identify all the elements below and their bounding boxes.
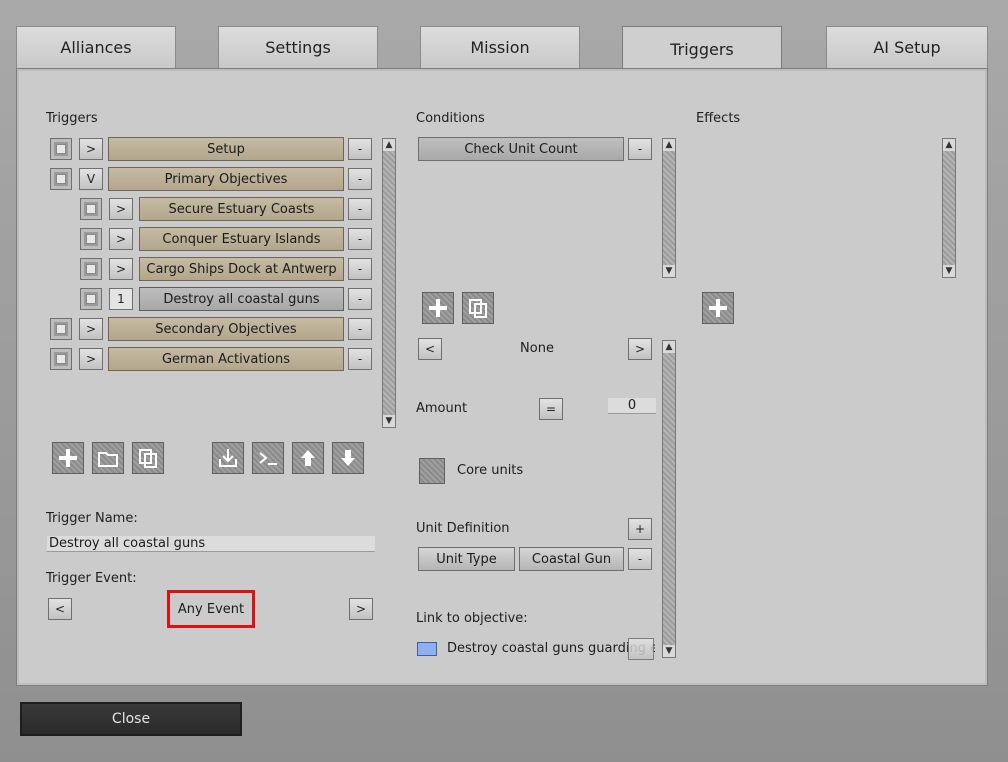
terminal-icon <box>259 452 277 465</box>
trigger-checkbox[interactable] <box>50 348 72 370</box>
tab-ai-setup[interactable]: AI Setup <box>826 26 988 68</box>
effects-scrollbar[interactable]: ▲ ▼ <box>942 138 956 278</box>
trigger-name-input[interactable]: Destroy all coastal guns <box>47 536 375 552</box>
trigger-remove-button[interactable]: - <box>348 258 372 280</box>
copy-trigger-button[interactable] <box>132 442 164 474</box>
trigger-remove-button[interactable]: - <box>348 138 372 160</box>
triggers-heading: Triggers <box>46 111 98 126</box>
trigger-checkbox[interactable] <box>80 198 102 220</box>
trigger-event-next-button[interactable]: > <box>349 598 373 620</box>
unit-definition-add-button[interactable]: + <box>628 518 652 540</box>
scroll-up-icon[interactable]: ▲ <box>663 139 675 151</box>
condition-type-next-button[interactable]: > <box>628 338 652 360</box>
unit-definition-remove-button[interactable]: - <box>628 548 652 570</box>
objective-color-swatch[interactable] <box>417 642 437 656</box>
trigger-item-primary-objectives[interactable]: Primary Objectives <box>108 167 344 191</box>
condition-item-check-unit-count[interactable]: Check Unit Count <box>418 137 624 161</box>
plus-icon <box>709 299 727 317</box>
add-effect-button[interactable] <box>702 292 734 324</box>
arrow-up-icon <box>301 450 315 466</box>
console-button[interactable] <box>252 442 284 474</box>
core-units-checkbox[interactable] <box>419 458 445 484</box>
tab-settings[interactable]: Settings <box>218 26 378 68</box>
scroll-down-icon[interactable]: ▼ <box>663 645 675 657</box>
link-objective-dropdown-button[interactable] <box>628 638 654 660</box>
scroll-down-icon[interactable]: ▼ <box>663 265 675 277</box>
trigger-remove-button[interactable]: - <box>348 318 372 340</box>
condition-details-scrollbar[interactable]: ▲ ▼ <box>662 340 676 658</box>
link-objective-value[interactable]: Destroy coastal guns guarding estu <box>447 641 655 656</box>
trigger-item-german-activations[interactable]: German Activations <box>108 347 344 371</box>
folder-icon <box>98 452 118 467</box>
trigger-expander[interactable]: > <box>109 258 133 280</box>
trigger-expander[interactable]: > <box>79 138 103 160</box>
trigger-item-secondary-objectives[interactable]: Secondary Objectives <box>108 317 344 341</box>
trigger-expander[interactable]: > <box>109 198 133 220</box>
copy-condition-button[interactable] <box>462 292 494 324</box>
trigger-remove-button[interactable]: - <box>348 348 372 370</box>
trigger-number: 1 <box>109 288 133 310</box>
trigger-item-setup[interactable]: Setup <box>108 137 344 161</box>
condition-type-value: None <box>520 341 554 356</box>
trigger-remove-button[interactable]: - <box>348 228 372 250</box>
trigger-item-conquer-estuary-islands[interactable]: Conquer Estuary Islands <box>139 227 344 251</box>
trigger-expander[interactable]: > <box>109 228 133 250</box>
trigger-checkbox[interactable] <box>50 138 72 160</box>
condition-remove-button[interactable]: - <box>628 138 652 160</box>
tab-mission[interactable]: Mission <box>420 26 580 68</box>
download-icon <box>219 449 237 467</box>
move-up-button[interactable] <box>292 442 324 474</box>
close-button[interactable]: Close <box>20 702 242 736</box>
trigger-name-label: Trigger Name: <box>46 511 138 526</box>
conditions-scrollbar[interactable]: ▲ ▼ <box>662 138 676 278</box>
trigger-checkbox[interactable] <box>80 258 102 280</box>
trigger-checkbox[interactable] <box>50 318 72 340</box>
trigger-expander[interactable]: V <box>79 168 103 190</box>
copy-icon <box>139 449 157 468</box>
copy-icon <box>469 299 487 318</box>
trigger-item-destroy-coastal-guns[interactable]: Destroy all coastal guns <box>139 287 344 311</box>
amount-operator-button[interactable]: = <box>539 398 563 420</box>
trigger-checkbox[interactable] <box>50 168 72 190</box>
amount-label: Amount <box>416 401 468 416</box>
tab-alliances[interactable]: Alliances <box>16 26 176 68</box>
plus-icon <box>59 449 77 467</box>
trigger-remove-button[interactable]: - <box>348 198 372 220</box>
trigger-list-scrollbar[interactable]: ▲ ▼ <box>382 138 396 428</box>
scroll-down-icon[interactable]: ▼ <box>383 415 395 427</box>
scroll-up-icon[interactable]: ▲ <box>383 139 395 151</box>
scroll-up-icon[interactable]: ▲ <box>943 139 955 151</box>
scroll-down-icon[interactable]: ▼ <box>943 265 955 277</box>
trigger-remove-button[interactable]: - <box>348 168 372 190</box>
effects-heading: Effects <box>696 111 741 126</box>
trigger-expander[interactable]: > <box>79 318 103 340</box>
add-trigger-button[interactable] <box>52 442 84 474</box>
trigger-event-prev-button[interactable]: < <box>48 598 72 620</box>
conditions-heading: Conditions <box>416 111 485 126</box>
unit-type-button[interactable]: Unit Type <box>418 547 515 571</box>
import-trigger-button[interactable] <box>212 442 244 474</box>
unit-definition-label: Unit Definition <box>416 521 510 536</box>
trigger-item-secure-estuary-coasts[interactable]: Secure Estuary Coasts <box>139 197 344 221</box>
arrow-down-icon <box>341 450 355 466</box>
add-condition-button[interactable] <box>422 292 454 324</box>
scroll-up-icon[interactable]: ▲ <box>663 341 675 353</box>
move-down-button[interactable] <box>332 442 364 474</box>
unit-type-value-button[interactable]: Coastal Gun <box>519 547 624 571</box>
trigger-event-label: Trigger Event: <box>46 571 137 586</box>
add-folder-button[interactable] <box>92 442 124 474</box>
core-units-label: Core units <box>457 463 524 478</box>
link-objective-label: Link to objective: <box>416 611 528 626</box>
trigger-remove-button[interactable]: - <box>348 288 372 310</box>
trigger-checkbox[interactable] <box>80 228 102 250</box>
tab-triggers[interactable]: Triggers <box>622 26 782 72</box>
trigger-checkbox[interactable] <box>80 288 102 310</box>
trigger-expander[interactable]: > <box>79 348 103 370</box>
trigger-item-cargo-ships-dock[interactable]: Cargo Ships Dock at Antwerp <box>139 257 344 281</box>
trigger-event-value[interactable]: Any Event <box>167 590 255 628</box>
amount-input[interactable]: 0 <box>608 398 656 414</box>
condition-type-prev-button[interactable]: < <box>418 338 442 360</box>
plus-icon <box>429 299 447 317</box>
